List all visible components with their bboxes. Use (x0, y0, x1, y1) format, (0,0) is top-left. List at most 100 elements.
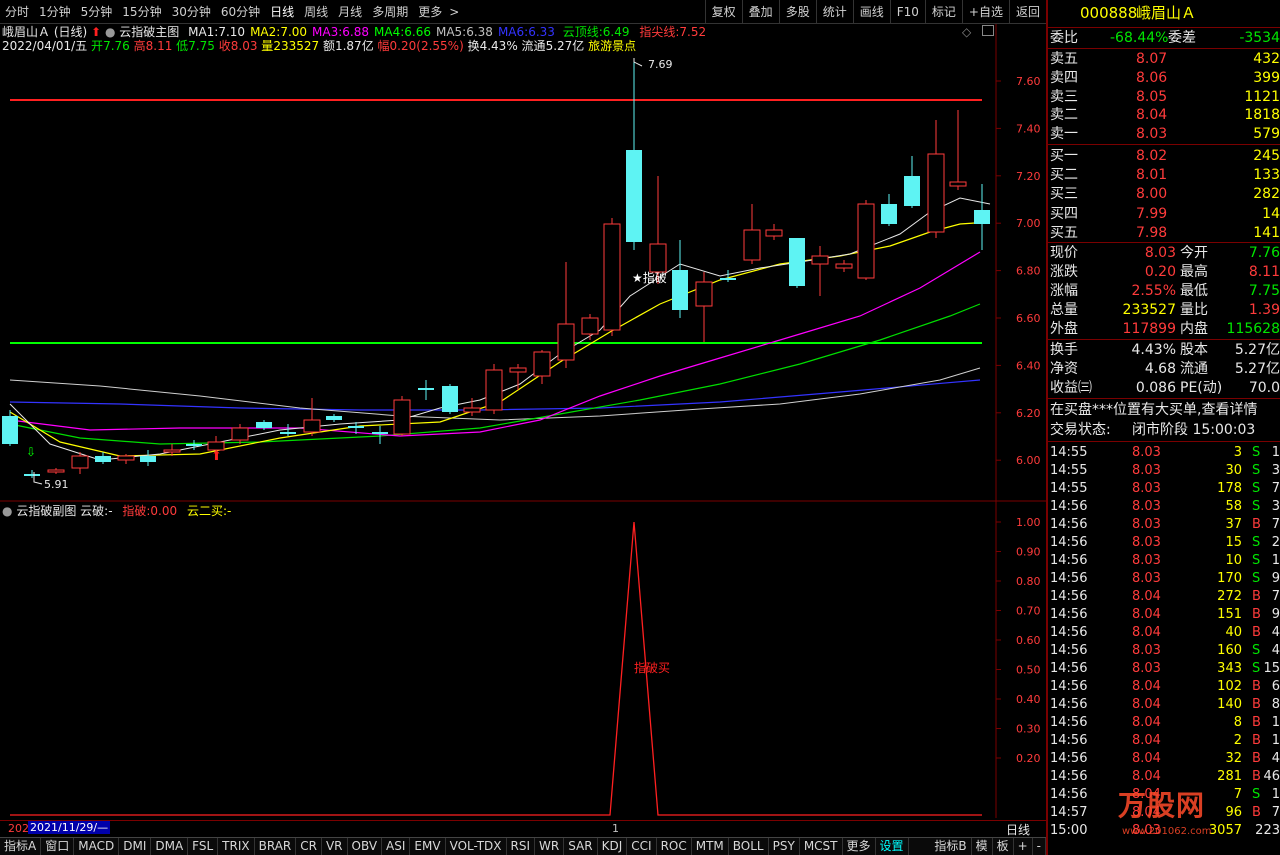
bid-price[interactable]: 8.02 (1136, 147, 1167, 166)
indicator-tab-9[interactable]: VR (322, 838, 348, 855)
toolbar-button-6[interactable]: 标记 (924, 0, 962, 24)
trade-row: 14:56 8.03 58 S 3 (1050, 497, 1280, 516)
period-tab-5[interactable]: 60分钟 (216, 0, 265, 24)
toolbar-button-3[interactable]: 统计 (815, 0, 853, 24)
indicator-tab-24[interactable]: 更多 (843, 838, 876, 855)
period-label[interactable]: 日线 (1006, 821, 1030, 838)
indicator-tab-6[interactable]: TRIX (218, 838, 255, 855)
ask-label: 卖二 (1050, 107, 1078, 124)
indicator-tab-1[interactable]: 窗口 (41, 838, 75, 855)
candle-body (2, 416, 18, 444)
period-tab-9[interactable]: 多周期 (367, 0, 413, 24)
candle-body (393, 399, 411, 435)
main-y-tick: 7.20 (1016, 170, 1041, 183)
toolbar-button-1[interactable]: 叠加 (741, 0, 779, 24)
indicator-tab-22[interactable]: PSY (769, 838, 800, 855)
tabs-spacer (909, 838, 931, 855)
tab-right-4[interactable]: - (1033, 838, 1046, 855)
indicator-tab-10[interactable]: OBV (348, 838, 383, 855)
sub-indicator-chart[interactable]: 1.00 0.90 0.80 0.70 0.60 0.50 0.40 0.30 0.20 指破买 (0, 502, 1046, 818)
stat-label: 内盘 (1180, 321, 1208, 337)
bid-row: 买三 8.00 282 (1050, 185, 1280, 204)
indicator-tab-20[interactable]: MTM (692, 838, 729, 855)
period-tab-10[interactable]: 更多 (413, 0, 447, 24)
tab-right-1[interactable]: 模 (972, 838, 993, 855)
bid-price[interactable]: 7.99 (1136, 205, 1167, 224)
tab-right-3[interactable]: + (1014, 838, 1033, 855)
trade-volume: 272 (1217, 589, 1242, 604)
ask-price[interactable]: 8.06 (1136, 69, 1167, 88)
indicator-tab-16[interactable]: SAR (564, 838, 598, 855)
candle-body (857, 203, 875, 279)
trade-time: 14:56 (1050, 625, 1088, 640)
period-tab-1[interactable]: 1分钟 (34, 0, 76, 24)
toolbar-button-7[interactable]: +自选 (961, 0, 1009, 24)
trade-row: 14:56 8.03 37 B 7 (1050, 515, 1280, 534)
stat-value: 7.75 (1248, 283, 1280, 299)
indicator-tab-25[interactable]: 设置 (876, 838, 909, 855)
tab-right-0[interactable]: 指标B (930, 838, 972, 855)
bid-price[interactable]: 8.01 (1136, 166, 1167, 185)
stat-value: 115628 (1226, 321, 1280, 337)
ask-price[interactable]: 8.03 (1136, 125, 1167, 144)
toolbar-button-4[interactable]: 画线 (852, 0, 890, 24)
indicator-tab-23[interactable]: MCST (800, 838, 843, 855)
fundamental-row: 净资 4.68 流通 5.27亿 (1050, 360, 1280, 379)
indicator-tab-0[interactable]: 指标A (0, 838, 42, 855)
indicator-tab-4[interactable]: DMA (151, 838, 189, 855)
stat-label: 外盘 (1050, 321, 1078, 337)
indicator-tab-12[interactable]: EMV (410, 838, 446, 855)
tab-right-2[interactable]: 板 (993, 838, 1014, 855)
indicator-tab-11[interactable]: ASI (382, 838, 411, 855)
big-order-notice[interactable]: 在买盘***位置有大买单,查看详情 (1050, 401, 1280, 420)
notice-text[interactable]: 在买盘***位置有大买单,查看详情 (1050, 401, 1257, 420)
toolbar-button-5[interactable]: F10 (889, 0, 925, 24)
period-tab-3[interactable]: 15分钟 (117, 0, 166, 24)
trade-side: S (1252, 445, 1261, 460)
indicator-tab-18[interactable]: CCI (627, 838, 657, 855)
order-ratio-row: 委比 -68.44% 委差 -3534 (1050, 29, 1280, 48)
indicator-tab-19[interactable]: ROC (657, 838, 692, 855)
indicator-tab-15[interactable]: WR (535, 838, 565, 855)
bid-row: 买四 7.99 14 (1050, 205, 1280, 224)
indicator-tab-2[interactable]: MACD (74, 838, 120, 855)
toolbar-button-8[interactable]: 返回 (1008, 0, 1046, 24)
fund-value: 4.68 (1144, 361, 1176, 377)
candle-body (533, 351, 551, 377)
indicator-tab-7[interactable]: BRAR (255, 838, 297, 855)
indicator-tab-8[interactable]: CR (296, 838, 322, 855)
ask-price[interactable]: 8.05 (1136, 88, 1167, 107)
candle-body (186, 444, 202, 446)
main-kline-chart[interactable]: 7.60 7.40 7.20 7.00 6.80 6.60 6.40 6.20 6.00 7.6… (0, 24, 1046, 502)
candle-body (71, 455, 89, 469)
indicator-tab-14[interactable]: RSI (507, 838, 536, 855)
trade-price: 8.03 (1132, 463, 1161, 478)
bid-price[interactable]: 8.00 (1136, 185, 1167, 204)
ask-price[interactable]: 8.04 (1136, 106, 1167, 125)
period-tab-7[interactable]: 周线 (299, 0, 333, 24)
indicator-tab-3[interactable]: DMI (119, 838, 152, 855)
toolbar-button-0[interactable]: 复权 (704, 0, 742, 24)
more-chevron-icon[interactable]: > (447, 0, 461, 24)
period-tab-4[interactable]: 30分钟 (167, 0, 216, 24)
indicator-tab-21[interactable]: BOLL (729, 838, 769, 855)
period-tab-2[interactable]: 5分钟 (76, 0, 118, 24)
period-tab-8[interactable]: 月线 (333, 0, 367, 24)
stat-label: 最低 (1180, 283, 1208, 299)
main-y-tick: 6.60 (1016, 312, 1041, 325)
trade-volume: 2 (1233, 733, 1242, 748)
indicator-tab-5[interactable]: FSL (188, 838, 219, 855)
indicator-tab-13[interactable]: VOL-TDX (446, 838, 507, 855)
period-tab-0[interactable]: 分时 (0, 0, 34, 24)
trade-count: 3 (1271, 463, 1280, 478)
indicator-tab-17[interactable]: KDJ (598, 838, 628, 855)
trade-price: 8.03 (1132, 445, 1161, 460)
period-tab-6[interactable]: 日线 (265, 0, 299, 24)
candle-body (303, 419, 321, 433)
toolbar-button-2[interactable]: 多股 (778, 0, 816, 24)
bid-price[interactable]: 7.98 (1136, 224, 1167, 243)
candle-body (372, 432, 388, 434)
ask-price[interactable]: 8.07 (1136, 50, 1167, 69)
bid-label: 买五 (1050, 224, 1078, 241)
trade-count: 7 (1271, 481, 1280, 496)
